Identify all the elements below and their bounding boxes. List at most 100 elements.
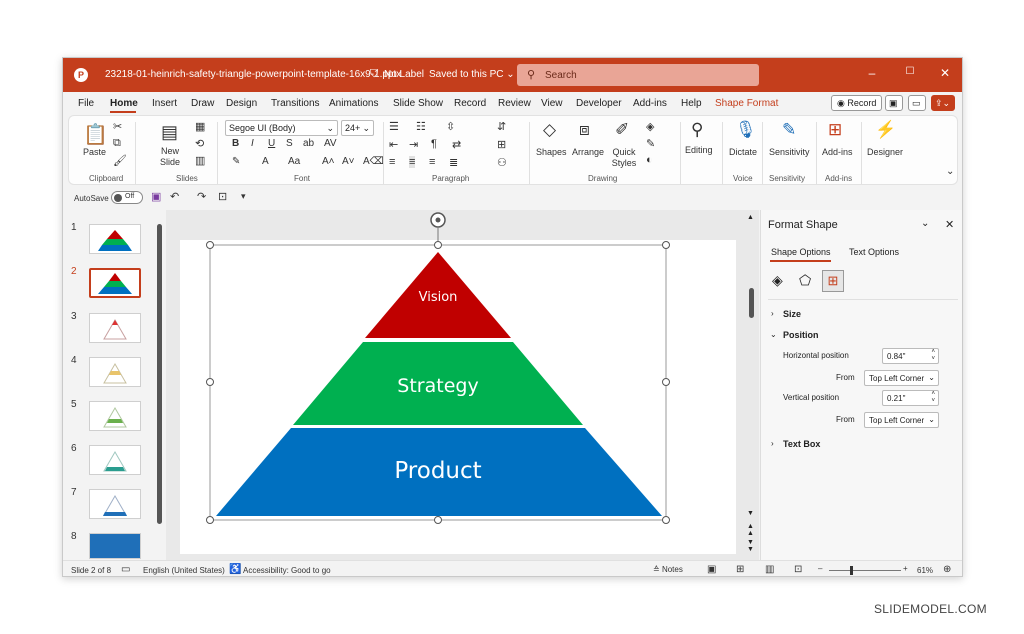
line-spacing-icon[interactable]: ⇳ — [446, 120, 455, 133]
search-box[interactable]: ⚲ Search — [517, 64, 759, 86]
effects-icon[interactable]: ⬠ — [799, 272, 811, 289]
thumbnails-scrollbar[interactable] — [157, 224, 162, 524]
cut-icon[interactable]: ✂ — [113, 120, 122, 133]
section-text-box[interactable]: Text Box — [783, 439, 820, 449]
tab-shape-format[interactable]: Shape Format — [715, 98, 778, 109]
align-center-icon[interactable]: ≡ — [409, 156, 416, 168]
text-direction-icon[interactable]: ⇵ — [497, 120, 506, 133]
resize-handle-top[interactable] — [434, 241, 442, 249]
collapse-ribbon-icon[interactable]: ⌄ — [946, 166, 954, 177]
microphone-icon[interactable]: 🎙 — [735, 120, 757, 140]
resize-handle-right-bottom[interactable] — [662, 516, 670, 524]
align-text-icon[interactable]: ⊞ — [497, 138, 506, 151]
sensitivity-label[interactable]: Sensitivity — [769, 147, 810, 157]
section-size[interactable]: Size — [783, 309, 801, 319]
shape-fill-icon[interactable]: ◈ — [646, 120, 654, 133]
strikethrough-icon[interactable]: S — [286, 138, 293, 149]
tab-shape-options[interactable]: Shape Options — [771, 247, 831, 257]
previous-slide-icon[interactable]: ▲ ▲ — [747, 523, 754, 537]
decrease-indent-icon[interactable]: ⇤ — [389, 138, 398, 151]
highlight-icon[interactable]: ✎ — [232, 156, 240, 167]
designer-label[interactable]: Designer — [867, 147, 903, 157]
slide-sorter-icon[interactable]: ⊞ — [736, 564, 744, 575]
format-painter-icon[interactable]: 🖌 — [113, 154, 127, 167]
italic-icon[interactable]: I — [251, 138, 254, 149]
next-slide-icon[interactable]: ▼ ▼ — [747, 539, 754, 553]
font-name-dropdown[interactable]: Segoe UI (Body) ⌄ — [225, 120, 338, 136]
paragraph-mark-icon[interactable]: ¶ — [431, 138, 437, 150]
resize-handle-bottom[interactable] — [434, 516, 442, 524]
increase-indent-icon[interactable]: ⇥ — [409, 138, 418, 151]
slide-thumbnail-8[interactable] — [89, 533, 141, 559]
horizontal-from-dropdown[interactable]: Top Left Corner ⌄ — [864, 370, 939, 386]
minimize-icon[interactable]: – — [862, 66, 882, 80]
camera-icon[interactable]: ▣ — [885, 95, 903, 111]
section-position[interactable]: Position — [783, 330, 819, 340]
quick-styles-label[interactable]: Quick Styles — [609, 147, 639, 169]
shape-outline-icon[interactable]: ✎ — [646, 137, 655, 150]
record-button[interactable]: ◉ Record — [831, 95, 883, 111]
dictate-label[interactable]: Dictate — [729, 147, 757, 157]
vertical-from-dropdown[interactable]: Top Left Corner ⌄ — [864, 412, 939, 428]
font-color-icon[interactable]: A — [262, 156, 269, 167]
sensitivity-label[interactable]: No Label — [384, 69, 424, 80]
horizontal-position-input[interactable]: 0.84" ˄ ˅ — [882, 348, 939, 364]
justify-icon[interactable]: ≣ — [449, 156, 458, 169]
tab-review[interactable]: Review — [498, 98, 531, 109]
underline-icon[interactable]: U — [268, 138, 275, 149]
sensitivity-icon[interactable]: ✎ — [782, 120, 796, 140]
expand-size-icon[interactable]: › — [771, 309, 774, 318]
slide-thumbnail-7[interactable] — [89, 489, 141, 519]
share-icon[interactable]: ⇪⌄ — [931, 95, 955, 111]
arrange-label[interactable]: Arrange — [572, 147, 604, 157]
resize-handle-bottom-left[interactable] — [206, 516, 214, 524]
character-spacing-icon[interactable]: AV — [324, 138, 337, 149]
editor-scrollbar[interactable] — [749, 288, 754, 318]
clear-format-icon[interactable]: A⌫ — [363, 156, 384, 167]
shapes-label[interactable]: Shapes — [536, 147, 567, 157]
copy-icon[interactable]: ⧉ — [113, 137, 121, 150]
align-left-icon[interactable]: ≡ — [389, 156, 395, 168]
undo-icon[interactable]: ↶ — [170, 190, 179, 203]
tab-developer[interactable]: Developer — [576, 98, 622, 109]
reset-icon[interactable]: ⟲ — [195, 137, 204, 150]
tab-text-options[interactable]: Text Options — [849, 247, 899, 257]
arrange-icon[interactable]: ⧈ — [579, 120, 590, 140]
editing-icon[interactable]: ⚲ — [691, 120, 703, 140]
slide-thumbnail-5[interactable] — [89, 401, 141, 431]
spellcheck-icon[interactable]: ▭ — [121, 564, 130, 575]
present-icon[interactable]: ⊡ — [218, 190, 227, 203]
new-slide-icon[interactable]: ▤ — [161, 122, 178, 143]
accessibility-status[interactable]: Accessibility: Good to go — [243, 566, 331, 575]
maximize-icon[interactable]: ☐ — [900, 66, 920, 77]
fill-line-icon[interactable]: ◈ — [772, 272, 783, 289]
autosave-toggle[interactable]: Off — [111, 191, 143, 204]
tab-home[interactable]: Home — [110, 98, 138, 109]
reading-view-icon[interactable]: ▥ — [765, 564, 774, 575]
save-status[interactable]: Saved to this PC ⌄ — [429, 69, 515, 80]
slide-thumbnail-6[interactable] — [89, 445, 141, 475]
tab-transitions[interactable]: Transitions — [271, 98, 320, 109]
scroll-down-icon[interactable]: ▼ — [747, 510, 754, 517]
zoom-slider[interactable] — [829, 570, 901, 571]
bullets-icon[interactable]: ☰ — [389, 120, 399, 133]
font-size-dropdown[interactable]: 24+ ⌄ — [341, 120, 374, 136]
slideshow-view-icon[interactable]: ⊡ — [794, 564, 802, 575]
paste-label[interactable]: Paste — [83, 147, 106, 157]
rotate-handle-icon[interactable] — [430, 212, 446, 228]
paste-icon[interactable]: 📋 — [83, 122, 108, 147]
tab-help[interactable]: Help — [681, 98, 702, 109]
layout-icon[interactable]: ▦ — [195, 120, 205, 133]
size-properties-icon[interactable]: ⊞ — [822, 270, 844, 292]
pane-options-icon[interactable]: ⌄ — [921, 218, 929, 229]
quick-styles-icon[interactable]: ✐ — [615, 120, 629, 140]
collapse-position-icon[interactable]: ⌄ — [770, 330, 777, 339]
zoom-slider-thumb[interactable] — [850, 566, 853, 575]
close-icon[interactable]: ✕ — [935, 66, 955, 80]
slide-thumbnail-1[interactable] — [89, 224, 141, 254]
shape-effects-icon[interactable]: ◐ — [646, 154, 653, 166]
normal-view-icon[interactable]: ▣ — [707, 564, 716, 575]
customize-qat-icon[interactable]: ▾ — [241, 191, 246, 202]
new-slide-label[interactable]: New Slide — [155, 146, 185, 168]
zoom-out-icon[interactable]: – — [818, 564, 822, 573]
